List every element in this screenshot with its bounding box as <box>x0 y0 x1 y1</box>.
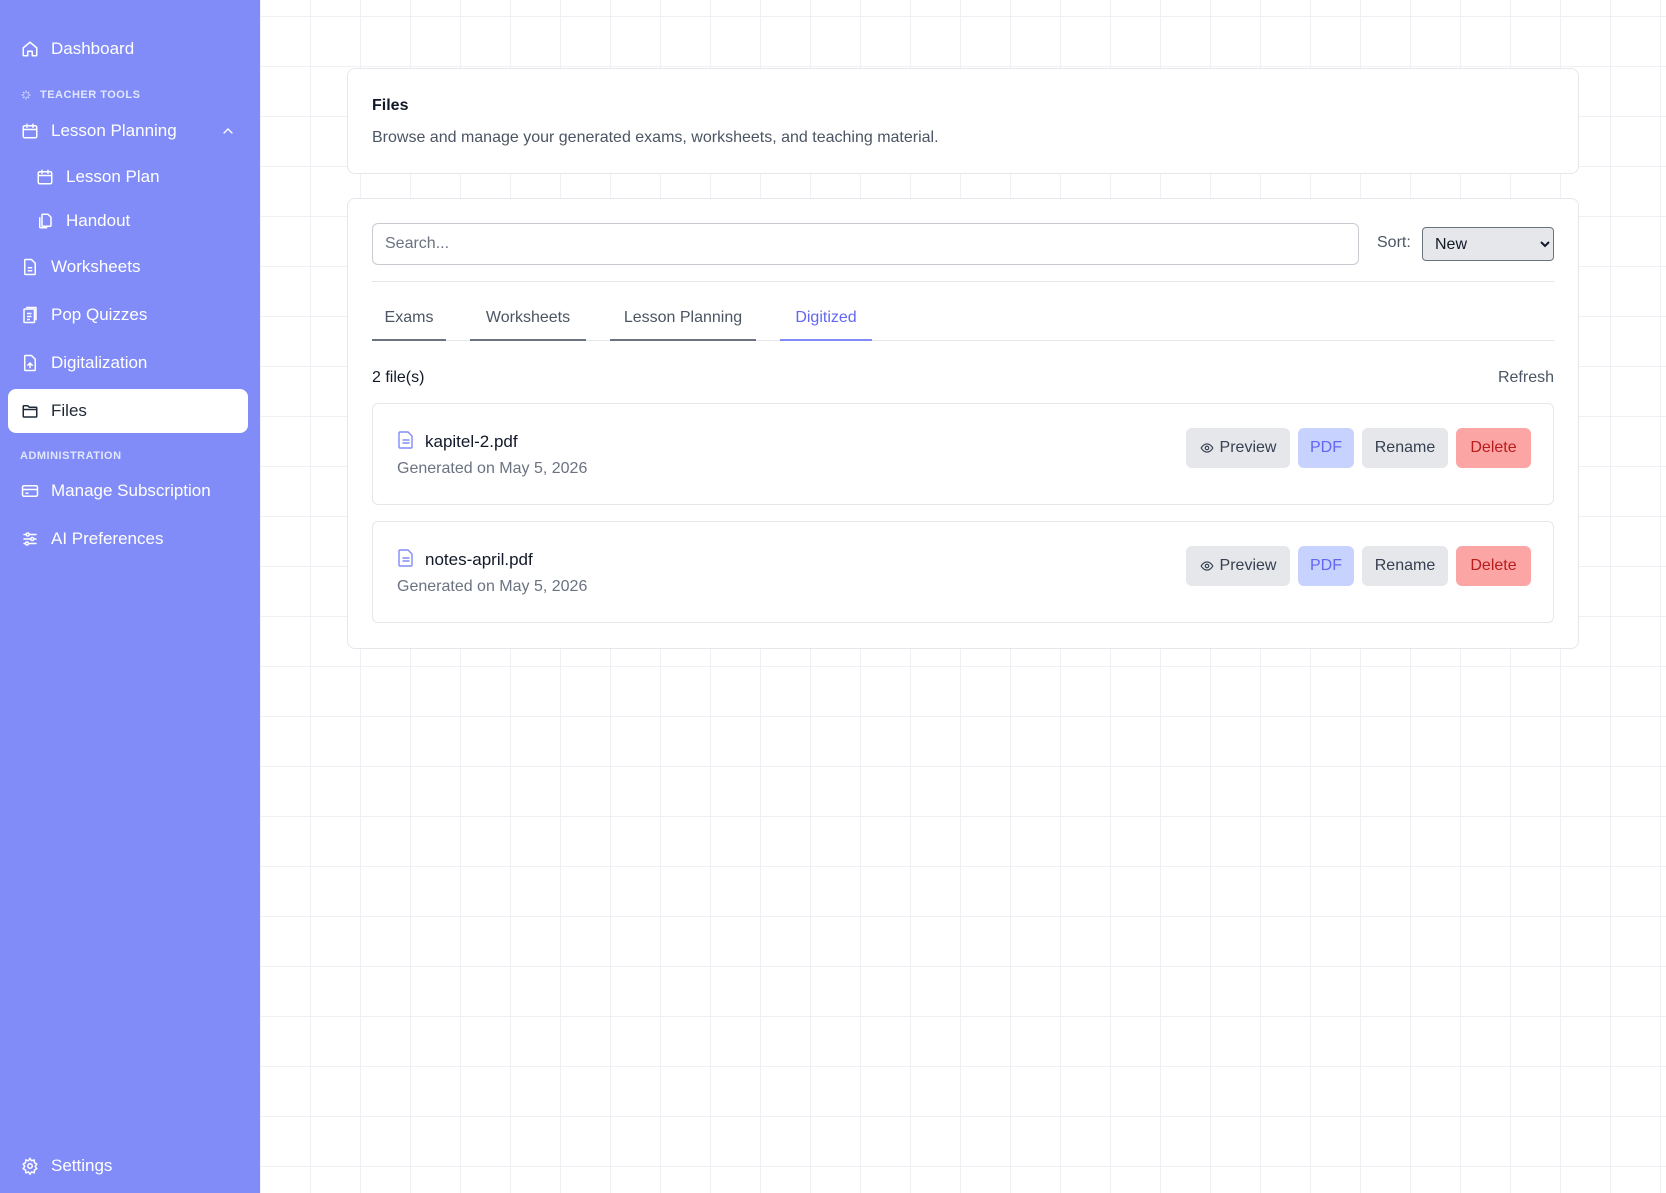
sidebar-item-handout[interactable]: Handout <box>8 199 248 243</box>
sidebar-item-digitalization[interactable]: Digitalization <box>8 341 248 385</box>
file-upload-icon <box>21 354 39 372</box>
home-icon <box>21 40 39 58</box>
delete-button[interactable]: Delete <box>1456 428 1531 468</box>
document-icon <box>21 258 39 276</box>
rename-button[interactable]: Rename <box>1362 428 1448 468</box>
files-card: Sort: New Exams Worksheets Lesson Planni… <box>347 198 1579 649</box>
sidebar-item-lesson-planning[interactable]: Lesson Planning <box>8 109 248 153</box>
delete-button[interactable]: Delete <box>1456 546 1531 586</box>
preview-label: Preview <box>1219 557 1277 574</box>
section-label-teacher-tools: TEACHER TOOLS <box>20 89 140 101</box>
sparkle-icon <box>21 90 31 100</box>
file-name: kapitel-2.pdf <box>425 432 518 451</box>
file-name: notes-april.pdf <box>425 550 533 569</box>
tab-lesson-planning[interactable]: Lesson Planning <box>610 309 756 341</box>
file-count: 2 file(s) <box>372 369 425 386</box>
sidebar-item-pop-quizzes[interactable]: Pop Quizzes <box>8 293 248 337</box>
folder-icon <box>21 402 39 420</box>
file-date: Generated on May 5, 2026 <box>397 460 588 477</box>
refresh-button[interactable]: Refresh <box>1498 369 1554 387</box>
sort-label: Sort: <box>1377 234 1411 251</box>
calendar-icon <box>21 122 39 140</box>
eye-icon <box>1200 561 1214 571</box>
sidebar: Dashboard TEACHER TOOLS Lesson Planning … <box>0 0 260 1193</box>
page-subtitle: Browse and manage your generated exams, … <box>372 129 939 146</box>
copy-icon <box>36 212 54 230</box>
sidebar-item-lesson-plan[interactable]: Lesson Plan <box>8 155 248 199</box>
sidebar-item-dashboard[interactable]: Dashboard <box>8 27 248 71</box>
file-row: notes-april.pdf Generated on May 5, 2026… <box>372 521 1554 623</box>
sidebar-item-label: Dashboard <box>51 39 135 58</box>
sidebar-item-files[interactable]: Files <box>8 389 248 433</box>
sidebar-item-settings[interactable]: Settings <box>8 1144 248 1188</box>
sliders-icon <box>21 530 39 548</box>
sidebar-item-worksheets[interactable]: Worksheets <box>8 245 248 289</box>
tab-exams[interactable]: Exams <box>372 309 446 341</box>
sort-select[interactable]: New <box>1422 227 1554 261</box>
chevron-up-icon[interactable] <box>220 123 236 139</box>
sidebar-item-label: AI Preferences <box>51 529 164 548</box>
sidebar-item-label: Pop Quizzes <box>51 305 148 324</box>
page-title: Files <box>372 97 409 114</box>
sidebar-item-label: Worksheets <box>51 257 141 276</box>
tab-digitized[interactable]: Digitized <box>780 309 872 341</box>
quiz-icon <box>21 306 39 324</box>
file-date: Generated on May 5, 2026 <box>397 578 588 595</box>
preview-button[interactable]: Preview <box>1186 428 1290 468</box>
section-label-administration: ADMINISTRATION <box>20 450 122 462</box>
sidebar-item-manage-subscription[interactable]: Manage Subscription <box>8 469 248 513</box>
gear-icon <box>21 1157 39 1175</box>
sidebar-item-label: Lesson Plan <box>66 167 160 186</box>
sidebar-item-label: Handout <box>66 211 131 230</box>
sidebar-item-label: Manage Subscription <box>51 481 211 500</box>
eye-icon <box>1200 443 1214 453</box>
preview-label: Preview <box>1219 439 1277 456</box>
sidebar-item-ai-preferences[interactable]: AI Preferences <box>8 517 248 561</box>
file-icon <box>398 431 413 449</box>
sidebar-item-label: Lesson Planning <box>51 121 177 140</box>
sidebar-item-label: Digitalization <box>51 353 148 372</box>
divider <box>372 281 1554 282</box>
page-header-card: Files Browse and manage your generated e… <box>347 68 1579 174</box>
tab-worksheets[interactable]: Worksheets <box>470 309 586 341</box>
file-row: kapitel-2.pdf Generated on May 5, 2026 P… <box>372 403 1554 505</box>
file-icon <box>398 549 413 567</box>
rename-button[interactable]: Rename <box>1362 546 1448 586</box>
sidebar-item-label: Files <box>51 401 87 420</box>
pdf-button[interactable]: PDF <box>1298 546 1354 586</box>
preview-button[interactable]: Preview <box>1186 546 1290 586</box>
search-input[interactable] <box>372 223 1359 265</box>
sidebar-item-label: Settings <box>51 1156 113 1175</box>
credit-card-icon <box>21 482 39 500</box>
pdf-button[interactable]: PDF <box>1298 428 1354 468</box>
calendar-icon <box>36 168 54 186</box>
